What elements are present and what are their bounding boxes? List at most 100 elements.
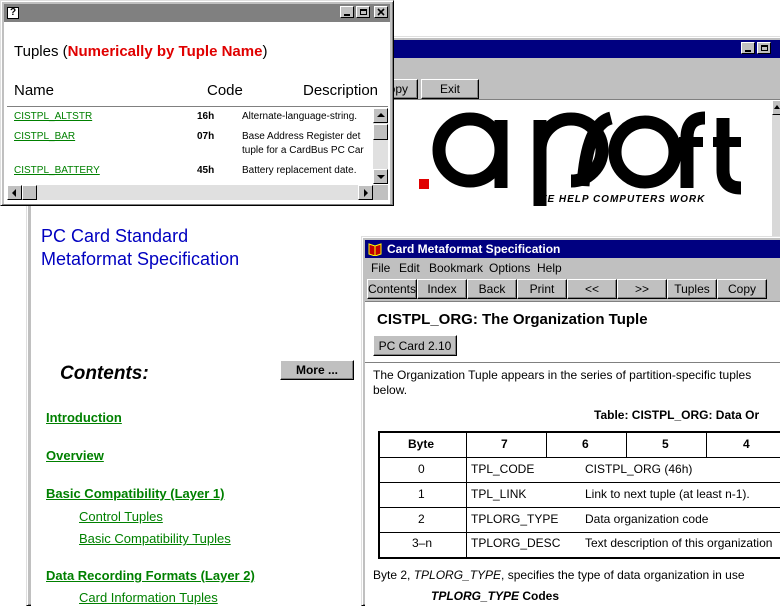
tuples-scroll-thumb[interactable]	[373, 124, 388, 140]
main-exit-button[interactable]: Exit	[421, 79, 479, 99]
tuple-name-link[interactable]: CISTPL_BATTERY	[14, 165, 100, 176]
spec-window: Card Metaformat Specification File Edit …	[361, 236, 780, 608]
tuple-desc-line2: tuple for a CardBus PC Car	[242, 145, 364, 156]
col-header-name: Name	[14, 82, 55, 99]
tuple-row: CISTPL_BAR 07h Base Address Register det…	[7, 131, 373, 159]
print-button-label: Print	[529, 282, 555, 296]
tuples-titlebar[interactable]	[4, 4, 390, 22]
browse-previous-label: <<	[584, 282, 599, 296]
tuples-horizontal-scrollbar[interactable]	[7, 185, 373, 200]
toc-basic-compat-tuples[interactable]: Basic Compatibility Tuples	[79, 531, 231, 546]
topic-heading: CISTPL_ORG: The Organization Tuple	[377, 311, 648, 328]
main-scroll-up-button[interactable]	[772, 100, 780, 115]
tuples-hscroll-thumb[interactable]	[22, 185, 37, 200]
menu-edit[interactable]: Edit	[399, 261, 420, 275]
tuples-content: Tuples (Numerically by Tuple Name) Name …	[4, 22, 390, 204]
col-header-description: Description	[303, 82, 379, 99]
close-icon	[377, 8, 385, 16]
intro-line2: below.	[373, 383, 408, 397]
back-button-label: Back	[478, 282, 506, 296]
codes-heading: TPLORG_TYPE Codes	[431, 589, 559, 603]
main-maximize-button[interactable]	[757, 42, 771, 54]
menu-file[interactable]: File	[371, 261, 390, 275]
tuples-scroll-left-button[interactable]	[7, 185, 22, 200]
header-bit6: 6	[582, 437, 589, 451]
tuples-minimize-button[interactable]	[340, 6, 354, 18]
toc-overview[interactable]: Overview	[46, 448, 104, 463]
tuples-maximize-button[interactable]	[356, 6, 370, 18]
table-caption: Table: CISTPL_ORG: Data Or	[594, 408, 760, 422]
tuple-name-link[interactable]: CISTPL_ALTSTR	[14, 111, 92, 122]
table-vline	[466, 433, 467, 457]
tuples-popup-window: ? Tuples (Numerically by Tuple Name) Nam…	[0, 0, 394, 206]
toc-data-recording[interactable]: Data Recording Formats (Layer 2)	[46, 568, 255, 583]
menu-options[interactable]: Options	[489, 261, 530, 275]
table-header-row: Byte 7 6 5 4	[380, 433, 780, 458]
scroll-left-icon	[12, 189, 16, 197]
header-bit5: 5	[662, 437, 669, 451]
intro-line1: The Organization Tuple appears in the se…	[373, 368, 752, 382]
tuple-code: 45h	[197, 165, 215, 176]
menu-bookmark[interactable]: Bookmark	[429, 261, 483, 275]
minimize-icon	[344, 14, 350, 16]
row-field: TPL_CODE	[471, 462, 535, 476]
row-byte: 2	[418, 512, 425, 526]
table-vline	[706, 433, 707, 457]
copy-button-label: Copy	[727, 282, 756, 296]
tuples-button[interactable]: Tuples	[667, 279, 717, 299]
contents-button[interactable]: Contents	[367, 279, 417, 299]
copy-button[interactable]: Copy	[717, 279, 767, 299]
table-row: 2 TPLORG_TYPE Data organization code	[380, 508, 780, 533]
row-desc: Text description of this organization	[585, 536, 773, 550]
spec-window-title: Card Metaformat Specification	[387, 242, 561, 256]
tuple-desc: Battery replacement date.	[242, 165, 357, 176]
main-minimize-button[interactable]	[741, 42, 755, 54]
tuple-row: CISTPL_ALTSTR 16h Alternate-language-str…	[7, 111, 373, 125]
tuples-title: Tuples (Numerically by Tuple Name)	[14, 43, 267, 60]
back-button[interactable]: Back	[467, 279, 517, 299]
spec-toolbar: Contents Index Back Print << >> Tuples C…	[365, 278, 780, 300]
tuple-code: 07h	[197, 131, 215, 142]
browse-previous-button[interactable]: <<	[567, 279, 617, 299]
tuples-scroll-down-button[interactable]	[373, 169, 388, 184]
contents-button-label: Contents	[367, 282, 417, 296]
tuples-scroll-up-button[interactable]	[373, 108, 388, 123]
tuples-size-grip[interactable]	[373, 185, 388, 200]
more-button-label: More ...	[295, 363, 338, 377]
toc-card-info-tuples[interactable]: Card Information Tuples	[79, 590, 218, 605]
tuples-system-menu[interactable]: ?	[7, 7, 19, 19]
tuple-name-link[interactable]: CISTPL_BAR	[14, 131, 75, 142]
codes-heading-field: TPLORG_TYPE	[431, 589, 520, 603]
menu-help[interactable]: Help	[537, 261, 562, 275]
row-byte: 1	[418, 487, 425, 501]
tuple-desc: Alternate-language-string.	[242, 111, 358, 122]
tuple-row: CISTPL_BATTERY 45h Battery replacement d…	[7, 165, 373, 179]
tuple-code: 16h	[197, 111, 215, 122]
print-button[interactable]: Print	[517, 279, 567, 299]
more-button[interactable]: More ...	[280, 360, 354, 380]
tuples-title-suffix: )	[262, 43, 268, 60]
table-row: 3–n TPLORG_DESC Text description of this…	[380, 533, 780, 555]
byte2-paragraph: Byte 2, TPLORG_TYPE, specifies the type …	[373, 568, 745, 582]
toc-introduction[interactable]: Introduction	[46, 410, 122, 425]
page-heading-line2: Metaformat Specification	[41, 249, 240, 269]
header-bit4: 4	[743, 437, 750, 451]
byte2-prefix: Byte 2,	[373, 568, 414, 582]
scroll-right-icon	[364, 189, 368, 197]
row-field: TPLORG_TYPE	[471, 512, 559, 526]
browse-next-button[interactable]: >>	[617, 279, 667, 299]
tuples-scroll-right-button[interactable]	[358, 185, 373, 200]
version-button[interactable]: PC Card 2.10	[373, 335, 457, 356]
index-button[interactable]: Index	[417, 279, 467, 299]
toc-basic-compatibility[interactable]: Basic Compatibility (Layer 1)	[46, 486, 224, 501]
row-byte: 0	[418, 462, 425, 476]
maximize-icon	[760, 45, 768, 51]
tuples-close-button[interactable]	[374, 6, 388, 18]
row-byte: 3–n	[412, 536, 433, 550]
spec-titlebar[interactable]: Card Metaformat Specification	[365, 240, 780, 258]
toc-control-tuples[interactable]: Control Tuples	[79, 509, 163, 524]
header-byte: Byte	[408, 437, 435, 451]
spec-content: CISTPL_ORG: The Organization Tuple PC Ca…	[365, 301, 780, 608]
org-tuple-table: Byte 7 6 5 4 0 TPL_CODE CISTPL_ORG (46h)…	[378, 431, 780, 559]
tuples-title-prefix: Tuples (	[14, 43, 68, 60]
